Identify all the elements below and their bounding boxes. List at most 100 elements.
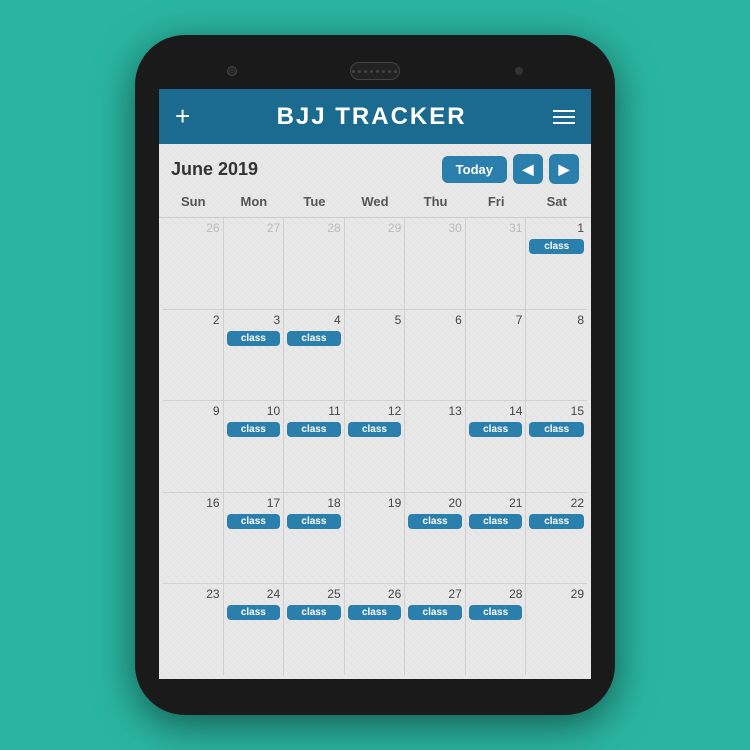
menu-line-2 xyxy=(553,116,575,118)
class-badge[interactable]: class xyxy=(529,422,584,437)
calendar-day[interactable]: 28 class xyxy=(466,584,527,675)
class-badge[interactable]: class xyxy=(287,331,341,346)
class-badge[interactable]: class xyxy=(529,239,584,254)
calendar-day[interactable]: 29 xyxy=(345,218,406,309)
day-number: 26 xyxy=(388,587,401,601)
calendar-day[interactable]: 22 class xyxy=(526,493,587,584)
calendar-day[interactable]: 24class xyxy=(224,584,285,675)
menu-button[interactable] xyxy=(553,110,575,124)
day-number: 26 xyxy=(206,221,219,235)
day-number: 28 xyxy=(509,587,522,601)
calendar-week-4: 2324class25class26class27class28class29 xyxy=(163,584,587,675)
calendar-day[interactable]: 1class xyxy=(526,218,587,309)
calendar-day[interactable]: 19 xyxy=(345,493,406,584)
calendar-day[interactable]: 26 class xyxy=(345,584,406,675)
day-number: 3 xyxy=(273,313,280,327)
month-title: June 2019 xyxy=(171,159,258,180)
calendar-day[interactable]: 3 class xyxy=(224,310,285,401)
calendar-day[interactable]: 8 xyxy=(526,310,587,401)
day-header-sat: Sat xyxy=(526,190,587,213)
class-badge[interactable]: class xyxy=(529,514,584,529)
day-number: 23 xyxy=(206,587,219,601)
calendar-day[interactable]: 11 class xyxy=(284,401,345,492)
calendar-day[interactable]: 28 xyxy=(284,218,345,309)
month-nav: June 2019 Today ◀ ▶ xyxy=(159,144,591,190)
day-number: 14 xyxy=(509,404,522,418)
class-badge[interactable]: class xyxy=(348,605,402,620)
calendar-day[interactable]: 16 xyxy=(163,493,224,584)
class-badge[interactable]: class xyxy=(227,331,281,346)
day-number: 27 xyxy=(267,221,280,235)
day-number: 4 xyxy=(334,313,341,327)
calendar-week-3: 1617class18class1920class21class22class xyxy=(163,493,587,585)
calendar-day[interactable]: 13 xyxy=(405,401,466,492)
prev-month-button[interactable]: ◀ xyxy=(513,154,543,184)
menu-line-1 xyxy=(553,110,575,112)
day-number: 11 xyxy=(328,404,340,418)
calendar-week-0: 26 27 2829 30 31 1class xyxy=(163,218,587,310)
calendar-day[interactable]: 29 xyxy=(526,584,587,675)
calendar-day[interactable]: 20 class xyxy=(405,493,466,584)
calendar-day[interactable]: 10class xyxy=(224,401,285,492)
phone-led xyxy=(515,67,523,75)
calendar-day[interactable]: 5 xyxy=(345,310,406,401)
calendar-day[interactable]: 15 class xyxy=(526,401,587,492)
add-button[interactable]: + xyxy=(175,101,190,132)
calendar-day[interactable]: 6 xyxy=(405,310,466,401)
calendar-week-1: 2 3 class 4 class 5 67 8 xyxy=(163,310,587,402)
class-badge[interactable]: class xyxy=(469,605,523,620)
class-badge[interactable]: class xyxy=(469,514,523,529)
menu-line-3 xyxy=(553,122,575,124)
day-number: 25 xyxy=(327,587,340,601)
calendar-day[interactable]: 4 class xyxy=(284,310,345,401)
day-number: 8 xyxy=(577,313,584,327)
nav-buttons: Today ◀ ▶ xyxy=(442,154,579,184)
calendar-day[interactable]: 9 xyxy=(163,401,224,492)
day-number: 18 xyxy=(327,496,340,510)
calendar-day[interactable]: 7 xyxy=(466,310,527,401)
day-number: 16 xyxy=(206,496,219,510)
class-badge[interactable]: class xyxy=(408,605,462,620)
calendar-day[interactable]: 31 xyxy=(466,218,527,309)
class-badge[interactable]: class xyxy=(469,422,523,437)
class-badge[interactable]: class xyxy=(348,422,402,437)
day-header-fri: Fri xyxy=(466,190,527,213)
day-number: 9 xyxy=(213,404,220,418)
day-header-thu: Thu xyxy=(405,190,466,213)
class-badge[interactable]: class xyxy=(227,422,281,437)
day-number: 30 xyxy=(448,221,461,235)
day-number: 20 xyxy=(448,496,461,510)
calendar-week-2: 9 10class 11 class 12 class 13 14 class 15 class xyxy=(163,401,587,493)
next-month-button[interactable]: ▶ xyxy=(549,154,579,184)
phone-device: + BJJ TRACKER June 2019 Today ◀ ▶ SunM xyxy=(135,35,615,715)
day-header-tue: Tue xyxy=(284,190,345,213)
day-number: 17 xyxy=(267,496,280,510)
calendar-day[interactable]: 21class xyxy=(466,493,527,584)
calendar-day[interactable]: 25 class xyxy=(284,584,345,675)
day-number: 6 xyxy=(455,313,462,327)
day-number: 13 xyxy=(448,404,461,418)
calendar-day[interactable]: 14 class xyxy=(466,401,527,492)
class-badge[interactable]: class xyxy=(287,605,341,620)
day-header-sun: Sun xyxy=(163,190,224,213)
calendar-day[interactable]: 12 class xyxy=(345,401,406,492)
calendar-day[interactable]: 17 class xyxy=(224,493,285,584)
phone-screen: + BJJ TRACKER June 2019 Today ◀ ▶ SunM xyxy=(159,89,591,679)
calendar-day[interactable]: 2 xyxy=(163,310,224,401)
day-number: 22 xyxy=(571,496,584,510)
calendar-day[interactable]: 30 xyxy=(405,218,466,309)
calendar-day[interactable]: 27class xyxy=(405,584,466,675)
day-number: 31 xyxy=(509,221,522,235)
class-badge[interactable]: class xyxy=(287,514,341,529)
class-badge[interactable]: class xyxy=(227,514,281,529)
class-badge[interactable]: class xyxy=(408,514,462,529)
day-number: 12 xyxy=(388,404,401,418)
calendar-day[interactable]: 18 class xyxy=(284,493,345,584)
class-badge[interactable]: class xyxy=(287,422,341,437)
day-number: 15 xyxy=(571,404,584,418)
class-badge[interactable]: class xyxy=(227,605,281,620)
calendar-day[interactable]: 27 xyxy=(224,218,285,309)
today-button[interactable]: Today xyxy=(442,156,507,183)
calendar-day[interactable]: 23 xyxy=(163,584,224,675)
calendar-day[interactable]: 26 xyxy=(163,218,224,309)
